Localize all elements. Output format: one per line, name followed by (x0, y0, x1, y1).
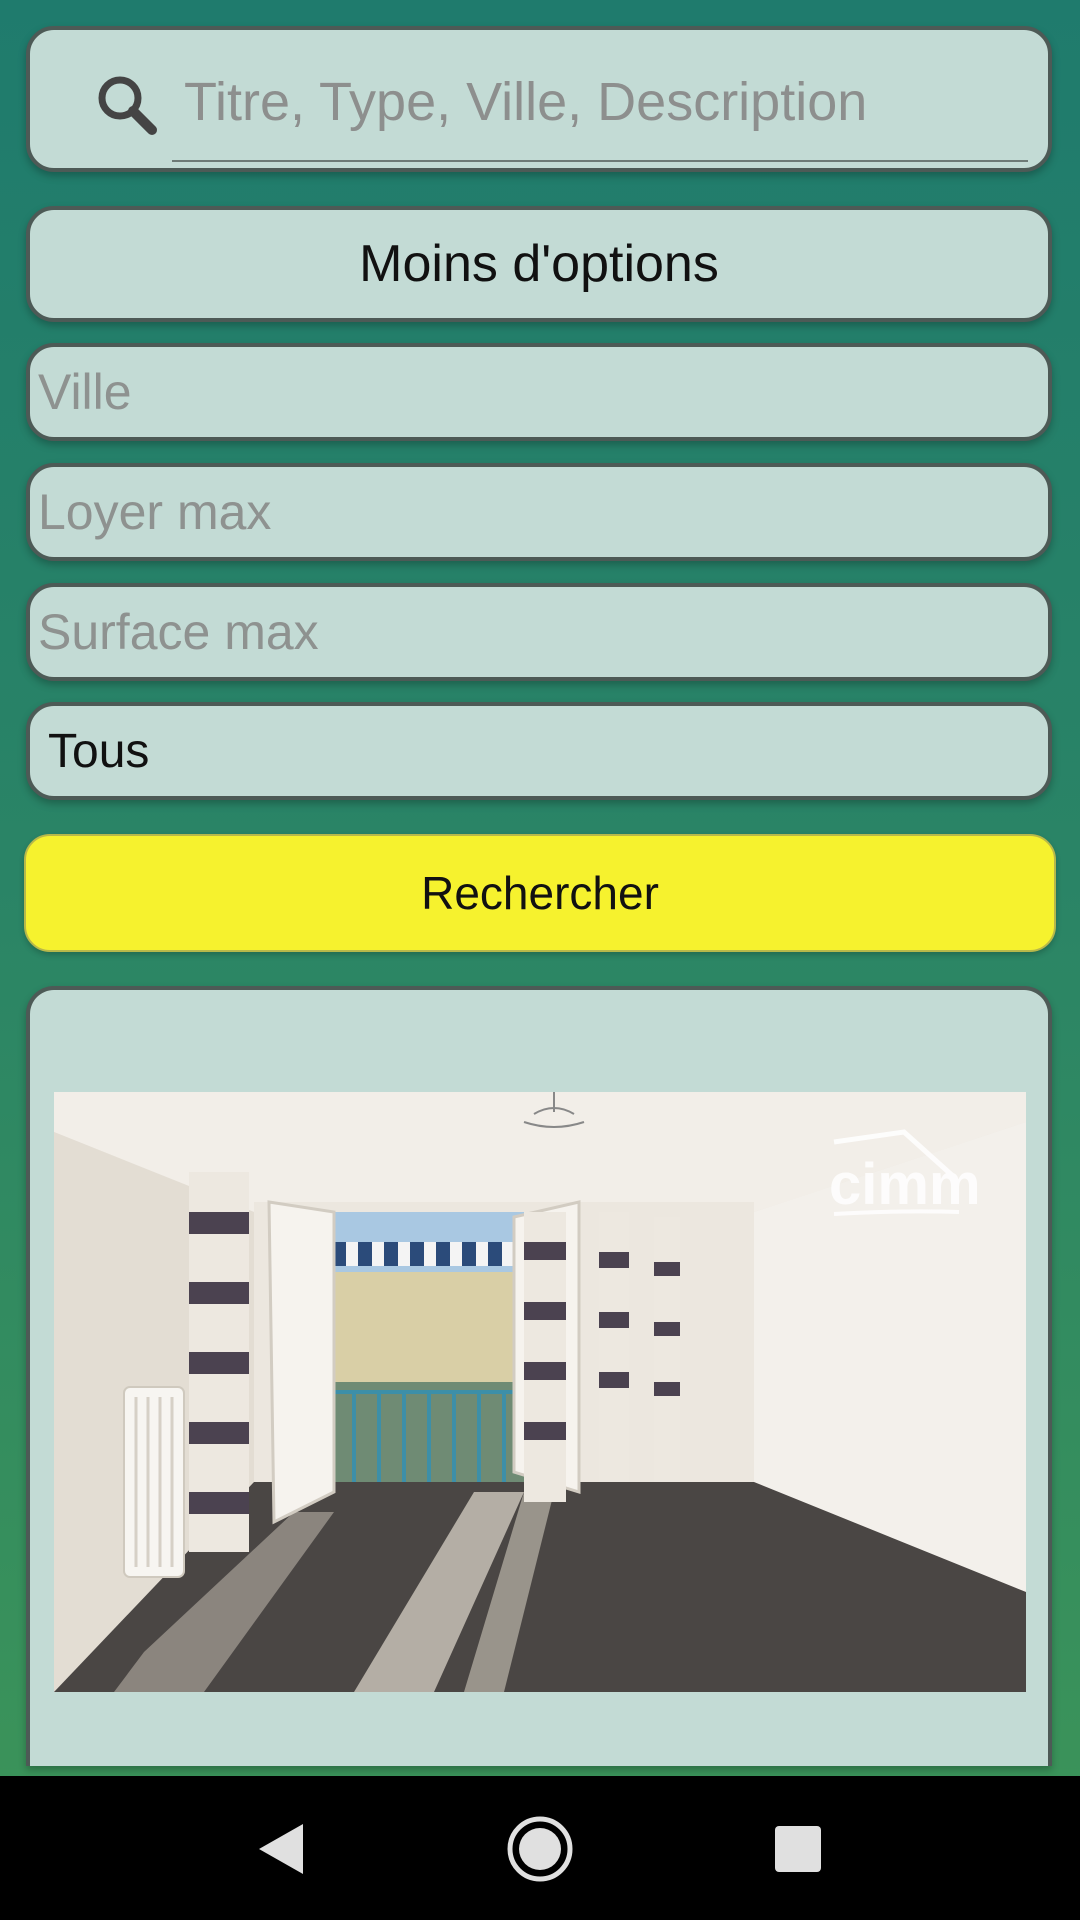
listing-card[interactable]: cimm (26, 986, 1052, 1766)
home-circle-icon[interactable] (505, 1814, 575, 1884)
apartment-interior-image: cimm (54, 1092, 1026, 1692)
city-input[interactable] (30, 347, 1048, 437)
listing-photo[interactable]: cimm (54, 1092, 1026, 1692)
search-input[interactable] (172, 44, 1028, 162)
less-options-button[interactable]: Moins d'options (26, 206, 1052, 322)
search-icon (98, 76, 157, 135)
type-select-value: Tous (48, 724, 150, 778)
back-triangle-icon[interactable] (245, 1814, 315, 1884)
svg-text:cimm: cimm (829, 1152, 981, 1217)
max-rent-input[interactable] (30, 467, 1048, 557)
type-select[interactable]: Tous (26, 702, 1052, 800)
max-surface-input[interactable] (30, 587, 1048, 677)
max-surface-field-container (26, 583, 1052, 681)
system-navigation-bar (0, 1776, 1080, 1920)
search-button[interactable]: Rechercher (24, 834, 1056, 952)
search-bar[interactable] (26, 26, 1052, 172)
recents-square-icon[interactable] (763, 1814, 833, 1884)
city-field-container (26, 343, 1052, 441)
max-rent-field-container (26, 463, 1052, 561)
